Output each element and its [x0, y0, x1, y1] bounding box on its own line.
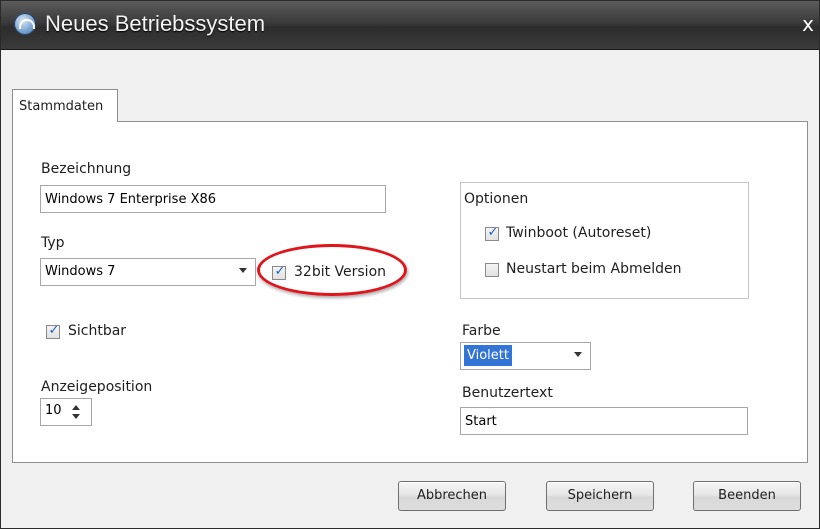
neustart-checkbox[interactable]: [485, 263, 499, 277]
bezeichnung-input[interactable]: [40, 185, 386, 213]
neustart-label: Neustart beim Abmelden: [506, 261, 682, 277]
chevron-down-icon[interactable]: [574, 352, 582, 357]
chevron-down-icon[interactable]: [239, 268, 247, 273]
anzeigeposition-label: Anzeigeposition: [41, 379, 153, 395]
twinboot-label: Twinboot (Autoreset): [506, 225, 652, 241]
farbe-selected-value: Violett: [464, 345, 512, 366]
spin-up-icon[interactable]: [72, 405, 80, 410]
benutzertext-input[interactable]: [460, 407, 748, 435]
typ-label: Typ: [41, 235, 65, 251]
tab-stammdaten[interactable]: Stammdaten: [12, 89, 118, 122]
bezeichnung-label: Bezeichnung: [41, 161, 132, 177]
window-title: Neues Betriebssystem: [45, 11, 266, 36]
anzeigeposition-spinner[interactable]: 10: [40, 398, 92, 426]
abbrechen-button[interactable]: Abbrechen: [398, 481, 506, 511]
twinboot-checkbox[interactable]: [485, 225, 500, 241]
anzeigeposition-value: 10: [45, 403, 62, 418]
title-bar[interactable]: Neues Betriebssystem x: [1, 1, 819, 50]
benutzertext-label: Benutzertext: [462, 385, 553, 401]
speichern-button[interactable]: Speichern: [546, 481, 654, 511]
typ-selected-value: Windows 7: [45, 264, 116, 279]
bit32-label: 32bit Version: [294, 264, 387, 280]
beenden-button[interactable]: Beenden: [693, 481, 801, 511]
dialog-window: Neues Betriebssystem x Stammdaten Bezeic…: [0, 0, 820, 529]
farbe-select[interactable]: Violett: [460, 342, 591, 370]
typ-select[interactable]: Windows 7: [40, 258, 256, 286]
bit32-checkbox[interactable]: [272, 264, 287, 280]
farbe-label: Farbe: [462, 323, 501, 339]
spin-arrows-icon[interactable]: [70, 401, 82, 423]
app-logo-icon: [14, 13, 36, 35]
spin-down-icon[interactable]: [72, 414, 80, 419]
close-icon[interactable]: x: [797, 13, 819, 35]
optionen-label: Optionen: [464, 191, 529, 207]
sichtbar-checkbox[interactable]: [46, 323, 61, 339]
sichtbar-label: Sichtbar: [68, 323, 127, 339]
